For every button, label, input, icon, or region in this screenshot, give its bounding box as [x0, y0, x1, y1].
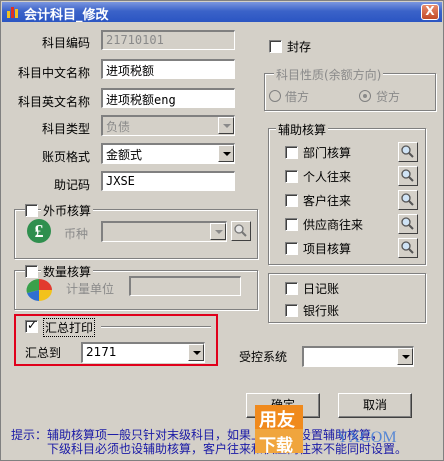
dialog-window: 会计科目_修改 X 科目编码 21710101 科目中文名称 进项税额 科目英文…	[0, 0, 444, 461]
seal-checkbox[interactable]	[269, 40, 282, 53]
mnemonic-label: 助记码	[54, 178, 91, 192]
format-value: 金额式	[106, 148, 143, 162]
supplier-label: 供应商往来	[303, 218, 364, 232]
format-select[interactable]: 金额式	[101, 143, 235, 164]
supplier-search-button[interactable]	[398, 214, 418, 234]
search-icon	[401, 145, 414, 158]
chevron-down-icon[interactable]	[218, 145, 234, 162]
debit-label: 借方	[285, 90, 310, 104]
currency-select[interactable]	[101, 221, 227, 242]
chevron-down-icon[interactable]	[218, 117, 234, 134]
cn-name-field[interactable]: 进项税额	[101, 59, 235, 79]
currency-icon: £	[27, 219, 51, 243]
dept-checkbox[interactable]	[285, 146, 298, 159]
mnemonic-field[interactable]: JXSE	[101, 171, 235, 191]
search-icon	[401, 169, 414, 182]
debit-radio[interactable]	[269, 90, 281, 102]
watermark-logo: 用友 下载	[253, 403, 305, 456]
supplier-checkbox[interactable]	[285, 218, 298, 231]
person-label: 个人往来	[303, 170, 352, 184]
type-value: 负债	[106, 120, 131, 134]
window-title: 会计科目_修改	[24, 8, 109, 23]
unit-field[interactable]	[129, 276, 241, 296]
en-name-label: 科目英文名称	[18, 95, 91, 109]
seal-label: 封存	[287, 40, 312, 54]
daily-label: 日记账	[303, 282, 340, 296]
app-icon	[7, 7, 18, 18]
search-icon	[234, 224, 247, 237]
project-search-button[interactable]	[398, 238, 418, 258]
customer-checkbox[interactable]	[285, 194, 298, 207]
watermark-url: YXCOM	[337, 429, 397, 446]
dept-search-button[interactable]	[398, 142, 418, 162]
unit-label: 计量单位	[66, 282, 115, 296]
code-label: 科目编码	[42, 36, 91, 50]
bank-label: 银行账	[303, 304, 340, 318]
customer-label: 客户往来	[303, 194, 352, 208]
credit-label: 贷方	[376, 90, 401, 104]
cancel-button[interactable]: 取消	[338, 393, 412, 418]
watermark-line-2: 下载	[259, 436, 293, 456]
type-select[interactable]: 负债	[101, 115, 235, 136]
title-bar[interactable]: 会计科目_修改 X	[2, 2, 442, 23]
daily-checkbox[interactable]	[285, 282, 298, 295]
search-icon	[401, 193, 414, 206]
quantity-icon	[26, 279, 52, 301]
svg-text:£: £	[35, 221, 44, 241]
format-label: 账页格式	[42, 150, 91, 164]
bank-checkbox[interactable]	[285, 304, 298, 317]
chevron-down-icon[interactable]	[210, 223, 226, 240]
control-label: 受控系统	[239, 350, 288, 364]
dept-label: 部门核算	[303, 146, 352, 160]
person-checkbox[interactable]	[285, 170, 298, 183]
foreign-checkbox[interactable]	[25, 204, 38, 217]
credit-radio[interactable]	[359, 90, 371, 102]
control-select[interactable]	[302, 346, 414, 367]
chevron-down-icon[interactable]	[397, 348, 413, 365]
watermark-line-1: 用友	[259, 410, 295, 431]
code-field[interactable]: 21710101	[101, 30, 235, 50]
search-icon	[401, 241, 414, 254]
currency-search-button[interactable]	[231, 221, 251, 241]
cn-name-label: 科目中文名称	[18, 66, 91, 80]
type-label: 科目类型	[42, 122, 91, 136]
en-name-field[interactable]: 进项税额eng	[101, 88, 235, 108]
person-search-button[interactable]	[398, 166, 418, 186]
nature-group-title: 科目性质(余额方向)	[274, 66, 384, 83]
currency-label: 币种	[64, 227, 89, 241]
aux-group-title: 辅助核算	[276, 121, 329, 138]
project-checkbox[interactable]	[285, 242, 298, 255]
project-label: 项目核算	[303, 242, 352, 256]
highlight-box	[14, 314, 218, 366]
close-button[interactable]: X	[421, 4, 439, 20]
customer-search-button[interactable]	[398, 190, 418, 210]
search-icon	[401, 217, 414, 230]
